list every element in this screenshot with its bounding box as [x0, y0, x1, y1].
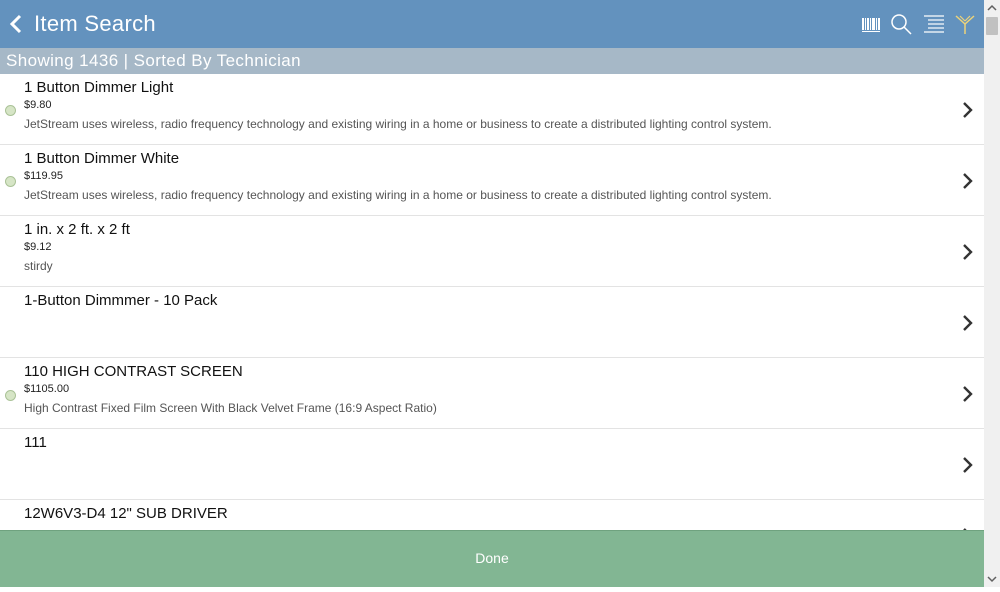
item-name: 12W6V3-D4 12" SUB DRIVER [24, 505, 228, 522]
app: Item Search Showing 1436 | Sorted By Tec… [0, 0, 984, 587]
search-button[interactable] [889, 12, 913, 36]
chevron-right-icon[interactable] [962, 314, 974, 332]
list-view-button[interactable] [922, 12, 946, 36]
search-icon [891, 14, 912, 35]
list-item[interactable]: 111 [0, 429, 984, 500]
scrollbar[interactable] [984, 0, 1000, 587]
status-dot-icon [5, 176, 16, 187]
scroll-up-button[interactable] [984, 0, 1000, 16]
item-list: 1 Button Dimmer Light $9.80 JetStream uses… [0, 74, 984, 530]
item-price: $9.12 [24, 241, 52, 253]
barcode-icon [862, 18, 880, 32]
item-name: 1 Button Dimmer White [24, 150, 180, 167]
caret-up-icon [987, 4, 997, 11]
item-description: JetStream uses wireless, radio frequency… [24, 188, 772, 202]
item-name: 111 [24, 434, 47, 451]
list-item[interactable]: 1-Button Dimmmer - 10 Pack [0, 287, 984, 358]
list-item[interactable]: 1 in. x 2 ft. x 2 ft $9.12 stirdy [0, 216, 984, 287]
item-description: stirdy [24, 259, 53, 273]
list-item[interactable]: 1 Button Dimmer Light $9.80 JetStream uses… [0, 74, 984, 145]
list-item[interactable]: 110 HIGH CONTRAST SCREEN $1105.00 High Con… [0, 358, 984, 429]
item-description: JetStream uses wireless, radio frequency… [24, 117, 772, 131]
done-button[interactable]: Done [0, 530, 984, 587]
chevron-right-icon[interactable] [962, 243, 974, 261]
item-name: 1-Button Dimmmer - 10 Pack [24, 292, 218, 309]
list-item[interactable]: 1 Button Dimmer White $119.95 JetStream us… [0, 145, 984, 216]
barcode-button[interactable] [860, 12, 884, 36]
chevron-right-icon[interactable] [962, 456, 974, 474]
item-description: High Contrast Fixed Film Screen With Bla… [24, 401, 437, 415]
chevron-right-icon[interactable] [962, 101, 974, 119]
status-dot-icon [5, 390, 16, 401]
list-item[interactable]: 12W6V3-D4 12" SUB DRIVER [0, 500, 984, 530]
caret-down-icon [987, 576, 997, 583]
chevron-left-icon [9, 14, 22, 34]
item-price: $1105.00 [24, 383, 70, 395]
scroll-down-button[interactable] [984, 571, 1000, 587]
item-name: 110 HIGH CONTRAST SCREEN [24, 363, 243, 380]
chevron-right-icon[interactable] [962, 385, 974, 403]
item-name: 1 Button Dimmer Light [24, 79, 174, 96]
item-price: $119.95 [24, 170, 63, 182]
item-price: $9.80 [24, 99, 52, 111]
header-bar: Item Search [0, 0, 984, 48]
results-summary: Showing 1436 | Sorted By Technician [0, 48, 984, 74]
filter-tree-icon [955, 15, 975, 34]
scroll-thumb[interactable] [986, 17, 998, 35]
status-dot-icon [5, 105, 16, 116]
back-button[interactable] [6, 11, 28, 37]
page-title: Item Search [34, 11, 156, 36]
chevron-right-icon[interactable] [962, 172, 974, 190]
item-name: 1 in. x 2 ft. x 2 ft [24, 221, 130, 238]
filter-button[interactable] [953, 12, 977, 36]
list-icon [924, 15, 944, 33]
